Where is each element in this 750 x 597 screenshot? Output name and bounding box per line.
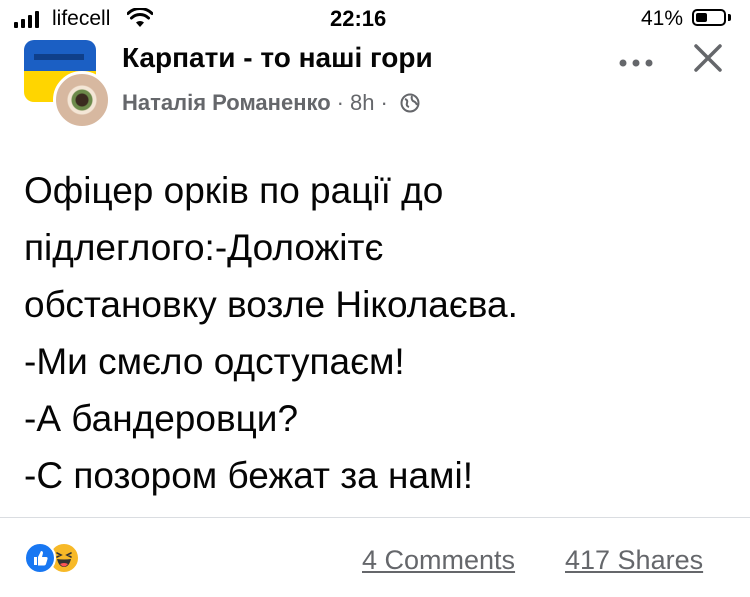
author-name-link[interactable]: Наталія Романенко (122, 90, 331, 116)
status-bar: lifecell 22:16 41% (0, 0, 750, 40)
carrier-name: lifecell (52, 7, 111, 30)
battery-percentage: 41% (641, 7, 684, 30)
status-time: 22:16 (330, 6, 387, 31)
close-button[interactable] (690, 40, 726, 81)
post-time[interactable]: 8h (350, 90, 374, 116)
post-text: Офіцер орків по рації до підлеглого:-Дол… (24, 162, 724, 504)
signal-icon (14, 11, 39, 28)
meta-separator: · (380, 90, 388, 115)
author-avatar[interactable] (53, 71, 111, 129)
close-icon (694, 44, 722, 72)
post-text-line: -Ми смєло одступаєм! (24, 341, 405, 382)
more-icon (619, 59, 653, 67)
wifi-icon (127, 8, 153, 27)
more-options-button[interactable] (618, 42, 654, 76)
group-name-link[interactable]: Карпати - то наші гори (122, 42, 433, 74)
battery-icon (692, 9, 726, 26)
post-text-line: -С позором бежат за намі! (24, 455, 473, 496)
shares-link[interactable]: 417 Shares (565, 545, 703, 576)
reaction-summary[interactable] (24, 542, 80, 574)
like-reaction-icon (24, 542, 56, 574)
battery-level-fill (696, 13, 707, 22)
meta-separator: · (336, 90, 344, 115)
post-meta: Наталія Романенко · 8h · (122, 90, 420, 116)
post-text-line: -А бандеровци? (24, 398, 299, 439)
battery-tip (728, 14, 731, 21)
post-footer: 4 Comments 417 Shares (0, 530, 750, 590)
divider (0, 517, 750, 518)
post-text-line: підлеглого:-Доложітє (24, 227, 384, 268)
post-text-line: Офіцер орків по рації до (24, 170, 444, 211)
globe-icon (400, 93, 420, 113)
post-header: Карпати - то наші гори Наталія Романенко… (0, 40, 750, 130)
post-text-line: обстановку возле Ніколаєва. (24, 284, 518, 325)
comments-link[interactable]: 4 Comments (362, 545, 515, 576)
